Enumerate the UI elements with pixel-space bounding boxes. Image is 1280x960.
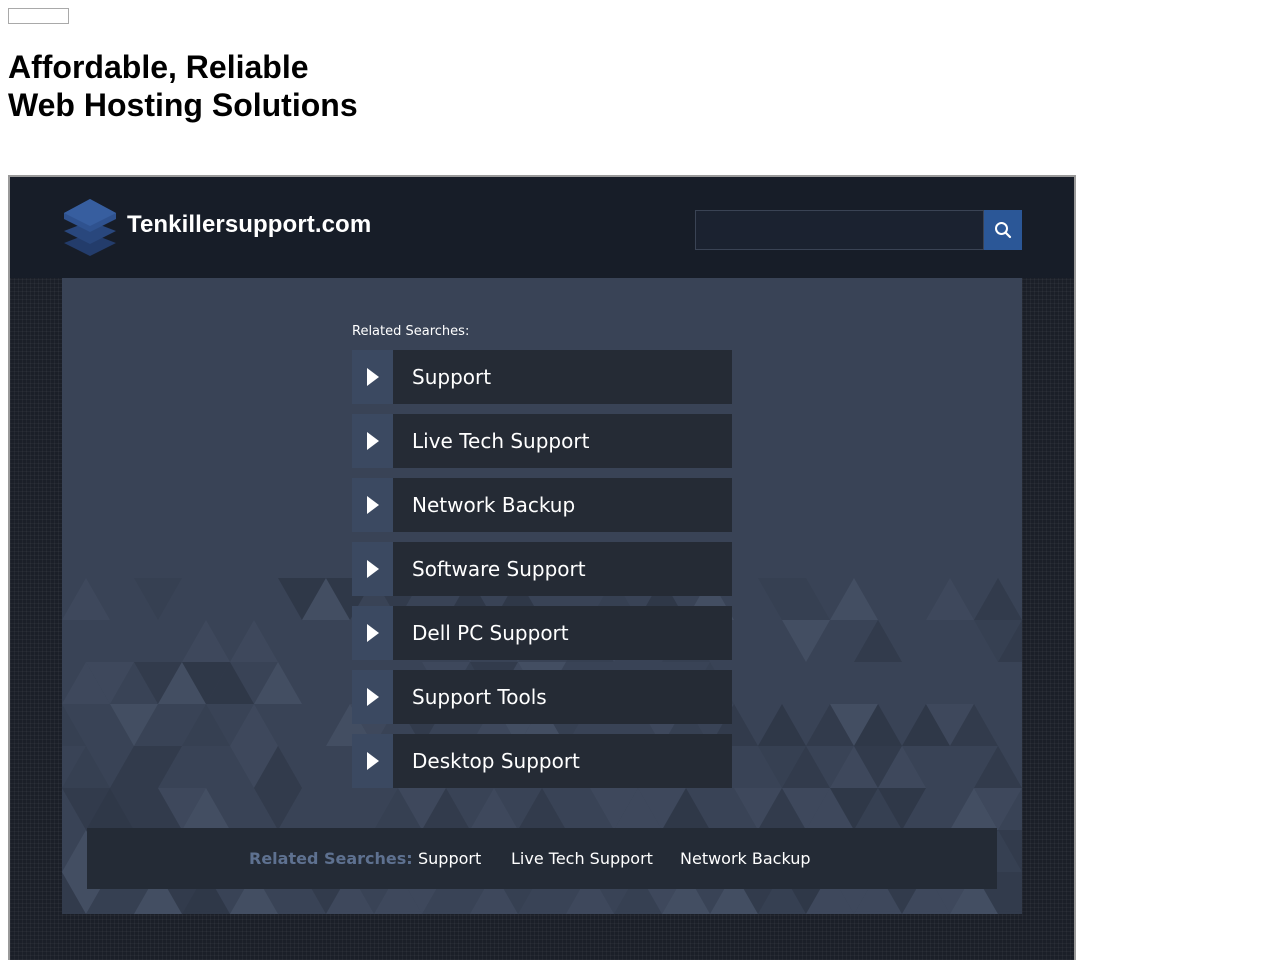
related-search-label: Support Tools (412, 685, 547, 709)
related-search-item[interactable]: Live Tech Support (352, 414, 732, 468)
arrow-box (352, 542, 393, 596)
related-search-label: Network Backup (412, 493, 576, 517)
related-search-label: Live Tech Support (412, 429, 590, 453)
top-empty-box (8, 8, 69, 24)
play-arrow-icon (367, 560, 379, 578)
related-search-item[interactable]: Network Backup (352, 478, 732, 532)
play-arrow-icon (367, 688, 379, 706)
play-arrow-icon (367, 624, 379, 642)
arrow-box (352, 414, 393, 468)
footer-related-searches: Related Searches: Support Live Tech Supp… (87, 828, 997, 889)
arrow-box (352, 606, 393, 660)
related-search-label: Desktop Support (412, 749, 580, 773)
related-search-item[interactable]: Support (352, 350, 732, 404)
parked-domain-frame: Tenkillersupport.com Related Searches: S… (8, 175, 1076, 960)
arrow-box (352, 350, 393, 404)
related-search-item[interactable]: Support Tools (352, 670, 732, 724)
related-search-label: Software Support (412, 557, 586, 581)
search-input[interactable] (695, 210, 984, 250)
footer-link[interactable]: Network Backup (680, 828, 811, 889)
search-icon (995, 222, 1012, 239)
play-arrow-icon (367, 496, 379, 514)
arrow-box (352, 478, 393, 532)
related-search-label: Support (412, 365, 492, 389)
footer-related-label: Related Searches: (249, 849, 413, 868)
hero-title: Affordable, Reliable Web Hosting Solutio… (8, 48, 358, 124)
stacked-layers-icon (64, 199, 116, 256)
content-panel: Related Searches: Support Live Tech Supp… (62, 278, 1022, 914)
related-searches-list: Support Live Tech Support Network Backup… (352, 350, 732, 798)
site-header: Tenkillersupport.com (10, 177, 1074, 278)
footer-link[interactable]: Support (418, 828, 481, 889)
related-search-item[interactable]: Dell PC Support (352, 606, 732, 660)
related-searches-label: Related Searches: (352, 324, 470, 339)
related-search-item[interactable]: Software Support (352, 542, 732, 596)
arrow-box (352, 670, 393, 724)
play-arrow-icon (367, 432, 379, 450)
play-arrow-icon (367, 752, 379, 770)
hero-title-line-1: Affordable, Reliable (8, 49, 309, 85)
site-name[interactable]: Tenkillersupport.com (127, 211, 371, 239)
arrow-box (352, 734, 393, 788)
search-button[interactable] (984, 210, 1022, 250)
related-search-label: Dell PC Support (412, 621, 569, 645)
footer-link[interactable]: Live Tech Support (511, 828, 653, 889)
hero-title-line-2: Web Hosting Solutions (8, 87, 358, 123)
play-arrow-icon (367, 368, 379, 386)
related-search-item[interactable]: Desktop Support (352, 734, 732, 788)
